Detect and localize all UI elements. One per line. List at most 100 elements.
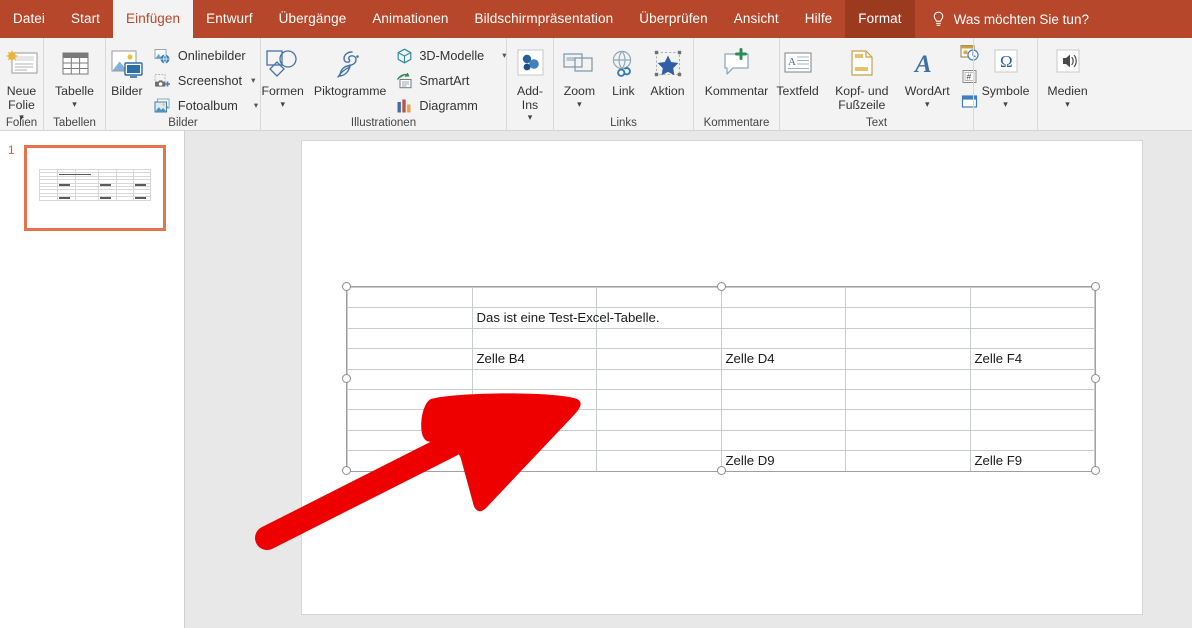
cell-d8[interactable] — [720, 429, 846, 452]
pictures-button[interactable]: Bilder — [104, 41, 150, 99]
cell-f5[interactable] — [969, 368, 1095, 390]
online-pictures-button[interactable]: Onlinebilder — [150, 45, 262, 66]
slide-thumbnail-1[interactable] — [24, 145, 166, 231]
photo-album-button[interactable]: Fotoalbum ▾ — [150, 95, 262, 116]
resize-handle-bottom-left[interactable] — [342, 466, 351, 475]
cell-b2[interactable]: Das ist eine Test-Excel-Tabelle. — [471, 307, 660, 329]
resize-handle-bottom-center[interactable] — [717, 466, 726, 475]
cell-d3[interactable] — [720, 327, 846, 350]
cell-c6[interactable] — [596, 388, 722, 411]
chevron-down-icon[interactable]: ▾ — [528, 113, 533, 122]
tab-bildschirmpraesentation[interactable]: Bildschirmpräsentation — [461, 0, 626, 38]
tab-format[interactable]: Format — [845, 0, 915, 38]
smartart-button[interactable]: SmartArt — [391, 70, 510, 91]
chevron-down-icon[interactable]: ▾ — [1065, 99, 1070, 109]
cell-f6[interactable] — [969, 388, 1095, 411]
cell-a3[interactable] — [347, 327, 473, 350]
cell-a8[interactable] — [347, 429, 473, 452]
cell-c9[interactable] — [596, 450, 722, 472]
cell-f7[interactable] — [969, 409, 1095, 431]
cell-f3[interactable] — [969, 327, 1095, 350]
add-ins-button[interactable]: Add-Ins ▾ — [506, 41, 554, 122]
header-footer-button[interactable]: Kopf- und Fußzeile — [824, 41, 900, 112]
tab-entwurf[interactable]: Entwurf — [193, 0, 265, 38]
cell-b7[interactable] — [471, 409, 597, 431]
cell-e3[interactable] — [845, 327, 971, 350]
tab-datei[interactable]: Datei — [0, 0, 58, 38]
tab-start[interactable]: Start — [58, 0, 113, 38]
cell-b8[interactable] — [471, 429, 597, 452]
cell-f2[interactable] — [969, 307, 1095, 329]
screenshot-button[interactable]: Screenshot ▾ — [150, 70, 262, 91]
cell-c8[interactable] — [596, 429, 722, 452]
cell-b1[interactable] — [471, 286, 597, 309]
cell-b9[interactable]: Zelle B9 — [471, 450, 597, 472]
icons-button[interactable]: Piktogramme — [309, 41, 391, 99]
cell-f9[interactable]: Zelle F9 — [969, 450, 1095, 472]
tab-ueberpruefen[interactable]: Überprüfen — [626, 0, 721, 38]
cell-a9[interactable] — [347, 450, 473, 472]
resize-handle-top-center[interactable] — [717, 282, 726, 291]
chevron-down-icon[interactable]: ▾ — [1003, 99, 1008, 109]
link-button[interactable]: Link — [601, 41, 645, 99]
cell-d9[interactable]: Zelle D9 — [720, 450, 846, 472]
wordart-button[interactable]: A WordArt ▾ — [900, 41, 955, 109]
tab-einfuegen[interactable]: Einfügen — [113, 0, 194, 38]
media-button[interactable]: Medien ▾ — [1042, 41, 1092, 109]
cell-c3[interactable] — [596, 327, 722, 350]
new-slide-button[interactable]: Neue Folie ▾ — [0, 41, 48, 122]
new-comment-button[interactable]: Kommentar — [700, 41, 774, 99]
cell-e1[interactable] — [845, 286, 971, 309]
cell-e4[interactable] — [845, 348, 971, 370]
tell-me-search[interactable]: Was möchten Sie tun? — [915, 0, 1099, 38]
cell-b6[interactable] — [471, 388, 597, 411]
slide-thumbnail-pane[interactable]: 1 — [0, 131, 185, 628]
cell-e8[interactable] — [845, 429, 971, 452]
resize-handle-middle-right[interactable] — [1091, 374, 1100, 383]
chevron-down-icon[interactable]: ▾ — [280, 99, 285, 109]
chart-button[interactable]: Diagramm — [391, 95, 510, 116]
cell-d4[interactable]: Zelle D4 — [720, 348, 846, 370]
tab-animationen[interactable]: Animationen — [359, 0, 461, 38]
3d-model-button[interactable]: 3D-Modelle ▾ — [391, 45, 510, 66]
zoom-button[interactable]: Zoom ▾ — [557, 41, 601, 109]
cell-e5[interactable] — [845, 368, 971, 390]
cell-e7[interactable] — [845, 409, 971, 431]
cell-e2[interactable] — [845, 307, 971, 329]
excel-table-object[interactable]: Das ist eine Test-Excel-Tabelle. Zelle B… — [342, 282, 1100, 475]
cell-a5[interactable] — [347, 368, 473, 390]
cell-d6[interactable] — [720, 388, 846, 411]
cell-f8[interactable] — [969, 429, 1095, 452]
chevron-down-icon[interactable]: ▾ — [577, 99, 582, 109]
table-button[interactable]: Tabelle ▾ — [50, 41, 99, 109]
cell-a6[interactable] — [347, 388, 473, 411]
cell-b4[interactable]: Zelle B4 — [471, 348, 597, 370]
cell-c5[interactable] — [596, 368, 722, 390]
cell-d7[interactable] — [720, 409, 846, 431]
cell-e6[interactable] — [845, 388, 971, 411]
cell-e9[interactable] — [845, 450, 971, 472]
cell-b3[interactable] — [471, 327, 597, 350]
resize-handle-top-left[interactable] — [342, 282, 351, 291]
cell-d5[interactable] — [720, 368, 846, 390]
text-box-button[interactable]: A Textfeld — [771, 41, 823, 99]
symbol-button[interactable]: Ω Symbole ▾ — [977, 41, 1035, 109]
cell-c7[interactable] — [596, 409, 722, 431]
tab-ansicht[interactable]: Ansicht — [721, 0, 792, 38]
cell-a7[interactable] — [347, 409, 473, 431]
cell-a1[interactable] — [347, 286, 473, 309]
cell-a4[interactable] — [347, 348, 473, 370]
cell-b5[interactable] — [471, 368, 597, 390]
resize-handle-middle-left[interactable] — [342, 374, 351, 383]
cell-c4[interactable] — [596, 348, 722, 370]
chevron-down-icon[interactable]: ▾ — [72, 99, 77, 109]
chevron-down-icon[interactable]: ▾ — [925, 99, 930, 109]
cell-f4[interactable]: Zelle F4 — [969, 348, 1095, 370]
cell-d1[interactable] — [720, 286, 846, 309]
action-button[interactable]: Aktion — [645, 41, 689, 99]
cell-f1[interactable] — [969, 286, 1095, 309]
tab-uebergaenge[interactable]: Übergänge — [266, 0, 360, 38]
cell-c1[interactable] — [596, 286, 722, 309]
resize-handle-top-right[interactable] — [1091, 282, 1100, 291]
resize-handle-bottom-right[interactable] — [1091, 466, 1100, 475]
